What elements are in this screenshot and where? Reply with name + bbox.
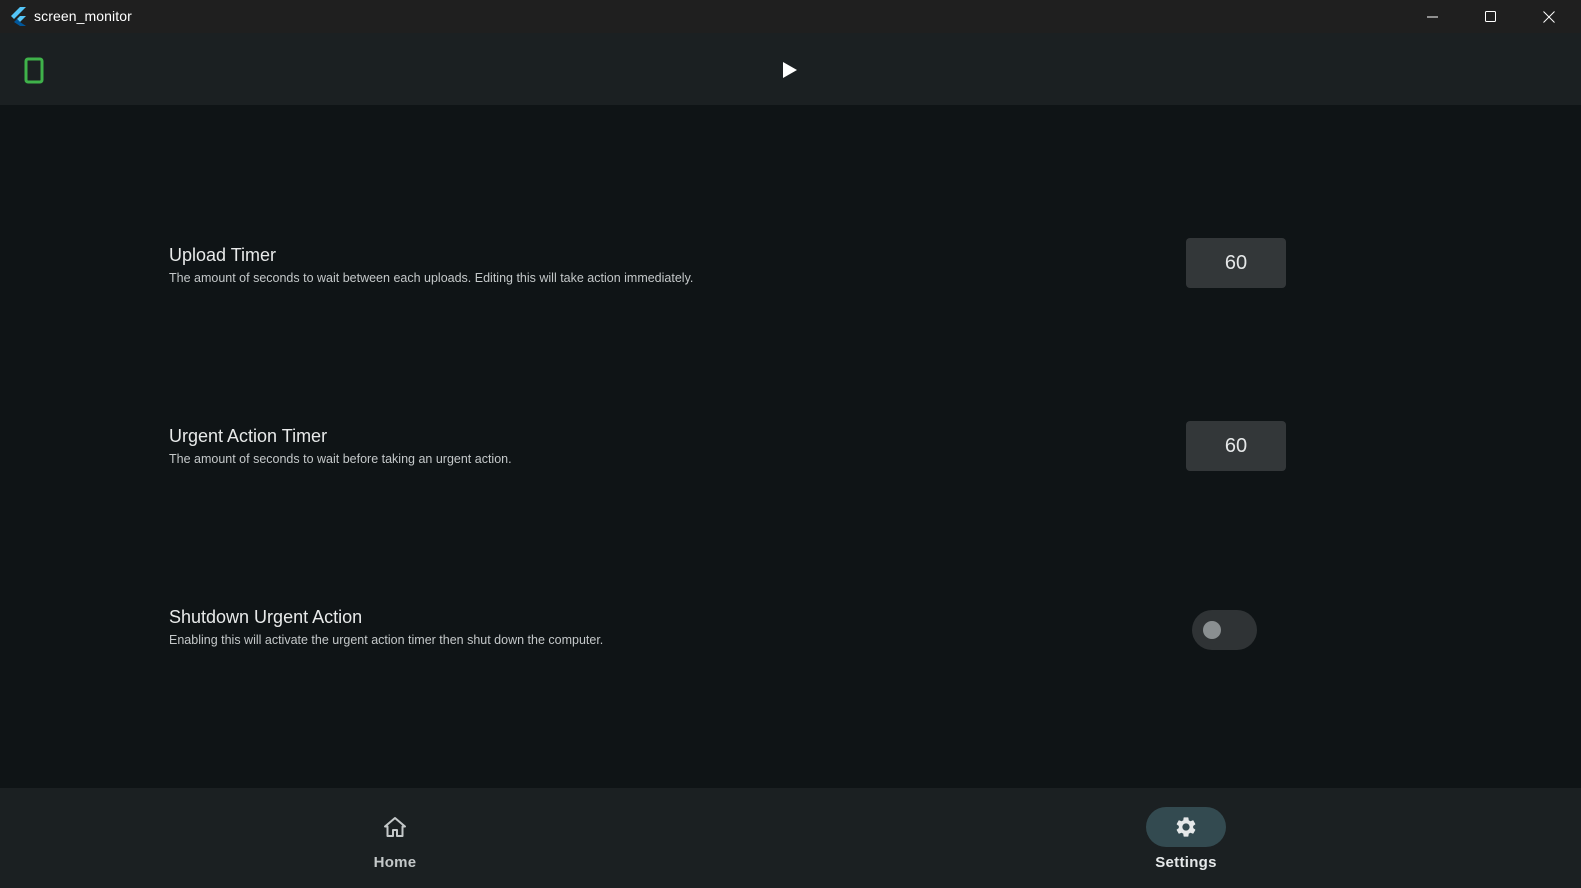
- shutdown-urgent-action-description: Enabling this will activate the urgent a…: [169, 633, 604, 647]
- nav-label-home: Home: [373, 854, 417, 871]
- nav-item-home[interactable]: Home: [295, 788, 495, 888]
- upload-timer-input[interactable]: 60: [1186, 238, 1286, 288]
- minimize-button[interactable]: [1404, 0, 1462, 33]
- minimize-icon: [1427, 16, 1438, 17]
- shutdown-urgent-action-toggle[interactable]: [1192, 610, 1257, 650]
- window-titlebar: screen_monitor: [0, 0, 1581, 33]
- nav-item-settings[interactable]: Settings: [1086, 788, 1286, 888]
- urgent-action-timer-description: The amount of seconds to wait before tak…: [169, 452, 512, 466]
- urgent-action-timer-input[interactable]: 60: [1186, 421, 1286, 471]
- upload-timer-description: The amount of seconds to wait between ea…: [169, 271, 694, 285]
- toggle-knob: [1203, 621, 1221, 639]
- shutdown-urgent-action-title: Shutdown Urgent Action: [169, 607, 363, 627]
- play-icon[interactable]: [782, 61, 798, 79]
- maximize-button[interactable]: [1462, 0, 1520, 33]
- maximize-icon: [1485, 10, 1496, 22]
- close-icon: [1543, 10, 1555, 23]
- flutter-logo-icon: [11, 7, 26, 26]
- close-button[interactable]: [1520, 0, 1578, 33]
- window-title: screen_monitor: [34, 8, 132, 24]
- home-icon: [384, 817, 406, 837]
- bottom-navigation: Home Settings: [0, 788, 1581, 888]
- gear-icon: [1176, 817, 1196, 837]
- upload-timer-title: Upload Timer: [169, 245, 277, 265]
- nav-label-settings: Settings: [1155, 854, 1217, 871]
- smartphone-icon[interactable]: [24, 57, 44, 84]
- urgent-action-timer-title: Urgent Action Timer: [169, 426, 328, 446]
